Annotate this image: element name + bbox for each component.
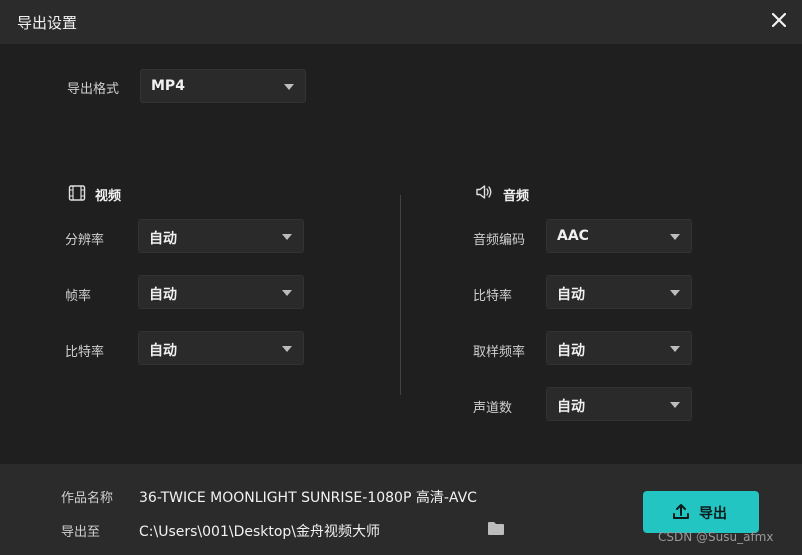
chevron-down-icon bbox=[282, 234, 292, 240]
audio-samplerate-label: 取样频率 bbox=[473, 345, 526, 360]
video-bitrate-label: 比特率 bbox=[65, 345, 105, 360]
audio-bitrate-label: 比特率 bbox=[473, 289, 513, 304]
chevron-down-icon bbox=[282, 346, 292, 352]
video-resolution-select[interactable]: 自动 bbox=[138, 219, 304, 253]
audio-codec-label: 音频编码 bbox=[473, 233, 526, 248]
video-resolution-label: 分辨率 bbox=[65, 233, 105, 248]
video-bitrate-select[interactable]: 自动 bbox=[138, 331, 304, 365]
title-bar: 导出设置 bbox=[0, 0, 802, 44]
work-name-label: 作品名称 bbox=[61, 491, 114, 506]
export-path-label: 导出至 bbox=[61, 525, 101, 540]
chevron-down-icon bbox=[670, 290, 680, 296]
audio-channels-label: 声道数 bbox=[473, 401, 513, 416]
export-button-label: 导出 bbox=[699, 506, 727, 522]
audio-samplerate-select[interactable]: 自动 bbox=[546, 331, 692, 365]
audio-bitrate-value: 自动 bbox=[557, 287, 585, 303]
dialog-title: 导出设置 bbox=[17, 14, 78, 32]
speaker-icon bbox=[476, 185, 492, 199]
film-icon bbox=[68, 185, 86, 201]
section-divider bbox=[400, 195, 401, 395]
format-label: 导出格式 bbox=[67, 82, 120, 97]
chevron-down-icon bbox=[670, 234, 680, 240]
audio-bitrate-select[interactable]: 自动 bbox=[546, 275, 692, 309]
format-select[interactable]: MP4 bbox=[140, 69, 306, 103]
chevron-down-icon bbox=[670, 402, 680, 408]
format-value: MP4 bbox=[151, 78, 185, 94]
audio-samplerate-value: 自动 bbox=[557, 343, 585, 359]
audio-channels-select[interactable]: 自动 bbox=[546, 387, 692, 421]
chevron-down-icon bbox=[284, 84, 294, 90]
folder-icon[interactable] bbox=[487, 520, 505, 536]
export-path-value: C:\Users\001\Desktop\金舟视频大师 bbox=[139, 524, 381, 540]
chevron-down-icon bbox=[282, 290, 292, 296]
video-bitrate-value: 自动 bbox=[149, 343, 177, 359]
video-resolution-value: 自动 bbox=[149, 231, 177, 247]
work-name-value[interactable]: 36-TWICE MOONLIGHT SUNRISE-1080P 高清-AVC bbox=[139, 487, 477, 507]
video-section-title: 视频 bbox=[95, 189, 122, 204]
close-icon[interactable] bbox=[768, 9, 790, 31]
chevron-down-icon bbox=[670, 346, 680, 352]
audio-codec-value: AAC bbox=[557, 228, 589, 244]
audio-codec-select[interactable]: AAC bbox=[546, 219, 692, 253]
export-button[interactable]: 导出 bbox=[643, 491, 759, 533]
video-framerate-label: 帧率 bbox=[65, 289, 92, 304]
audio-section-title: 音频 bbox=[503, 189, 530, 204]
upload-icon bbox=[673, 504, 689, 519]
audio-channels-value: 自动 bbox=[557, 399, 585, 415]
video-framerate-value: 自动 bbox=[149, 287, 177, 303]
video-framerate-select[interactable]: 自动 bbox=[138, 275, 304, 309]
watermark: CSDN @Susu_afmx bbox=[658, 530, 774, 544]
